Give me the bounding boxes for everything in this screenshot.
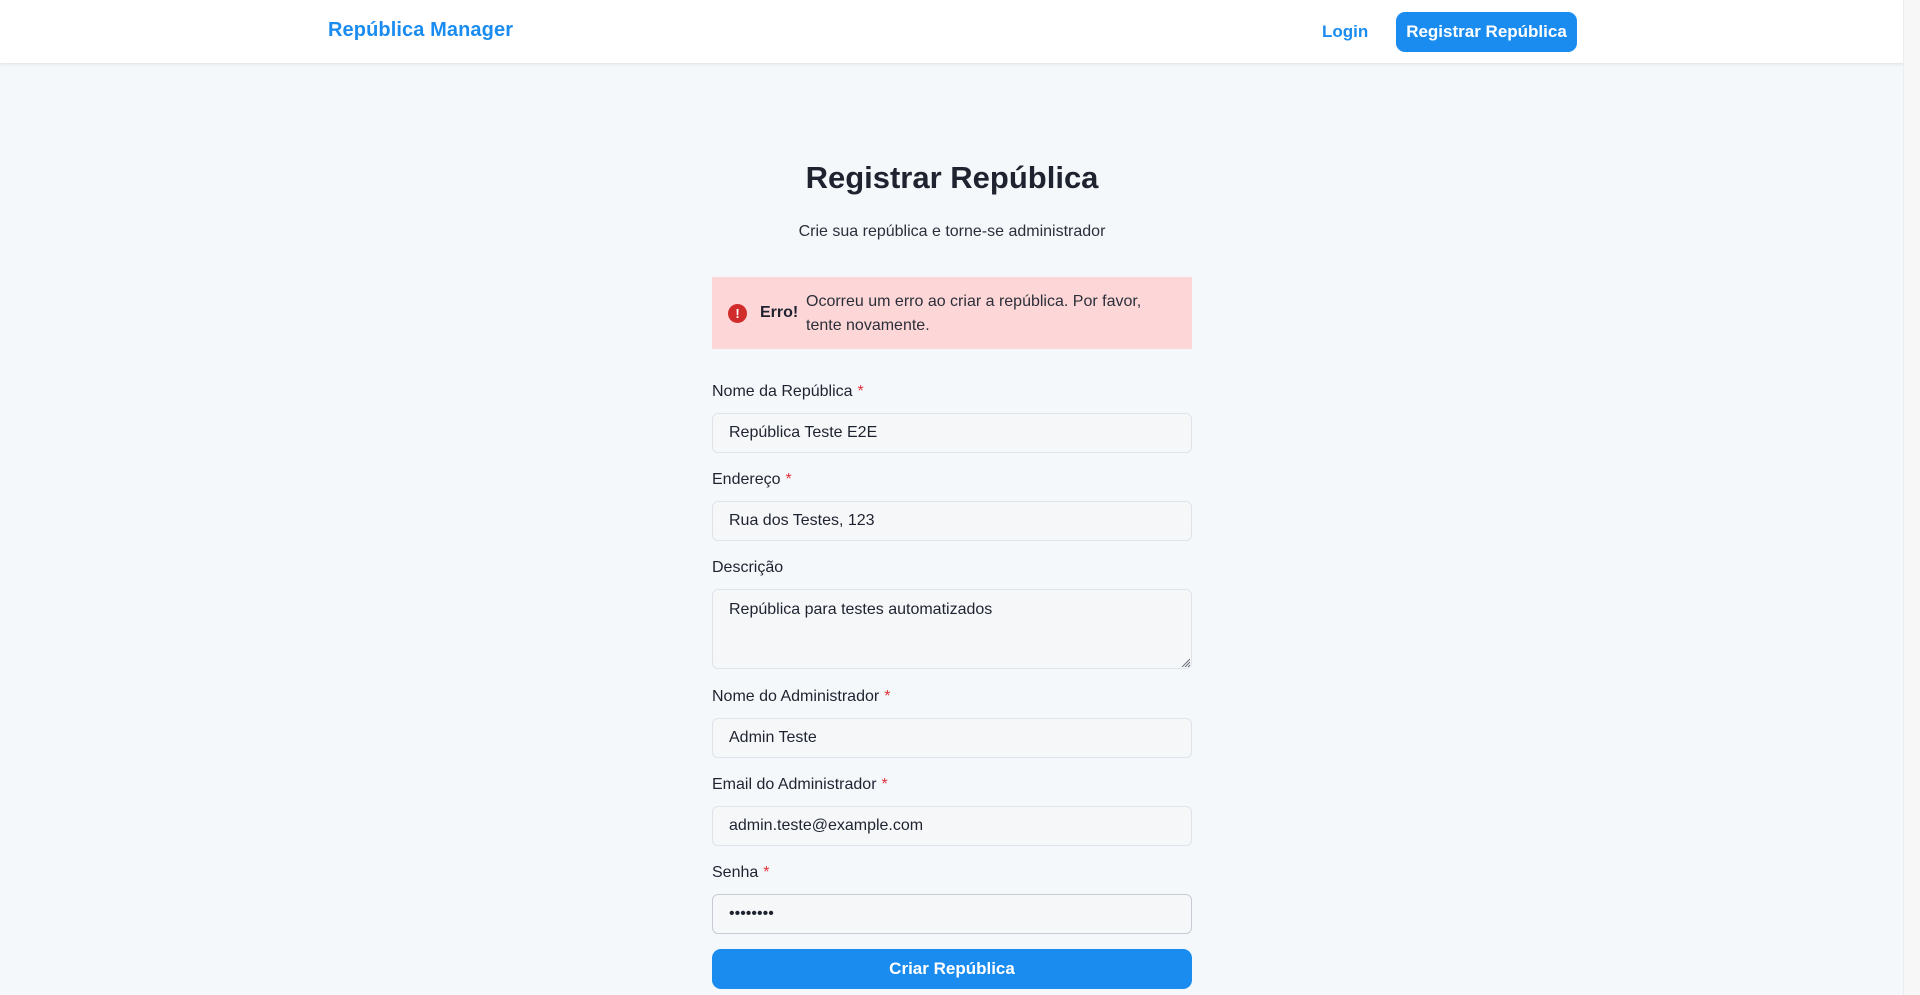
- address-input[interactable]: [712, 501, 1192, 541]
- admin-email-input[interactable]: [712, 806, 1192, 846]
- password-input[interactable]: [712, 894, 1192, 934]
- required-marker: *: [857, 383, 864, 400]
- password-label: Senha *: [712, 864, 770, 882]
- address-label: Endereço *: [712, 471, 792, 489]
- navbar: República Manager Login Registrar Repúbl…: [0, 0, 1904, 63]
- admin-name-label-text: Nome do Administrador: [712, 688, 880, 705]
- page-subtitle: Crie sua república e torne-se administra…: [798, 223, 1106, 240]
- admin-email-label-text: Email do Administrador: [712, 776, 877, 793]
- page: República Manager Login Registrar Repúbl…: [0, 0, 1904, 995]
- create-republic-button[interactable]: Criar República: [712, 949, 1192, 989]
- required-marker: *: [881, 776, 888, 793]
- admin-email-label: Email do Administrador *: [712, 776, 888, 794]
- description-label: Descrição: [712, 559, 783, 577]
- admin-name-label: Nome do Administrador *: [712, 688, 890, 706]
- scrollbar[interactable]: [1903, 0, 1920, 995]
- page-title: Registrar República: [805, 160, 1099, 195]
- republic-name-input[interactable]: [712, 413, 1192, 453]
- required-marker: *: [785, 471, 792, 488]
- login-link[interactable]: Login: [1322, 22, 1368, 42]
- error-icon: !: [728, 304, 747, 323]
- error-title: Erro!: [760, 304, 799, 321]
- admin-name-input[interactable]: [712, 718, 1192, 758]
- error-message: Ocorreu um erro ao criar a república. Po…: [806, 293, 1142, 334]
- password-label-text: Senha: [712, 864, 759, 881]
- brand-link[interactable]: República Manager: [328, 19, 513, 42]
- republic-name-label-text: Nome da República: [712, 383, 853, 400]
- republic-name-label: Nome da República *: [712, 383, 864, 401]
- error-alert: ! Erro! Ocorreu um erro ao criar a repúb…: [712, 277, 1192, 349]
- description-label-text: Descrição: [712, 559, 784, 576]
- address-label-text: Endereço: [712, 471, 781, 488]
- resize-handle-icon[interactable]: [1180, 657, 1190, 667]
- required-marker: *: [763, 864, 770, 881]
- description-textarea[interactable]: República para testes automatizados: [712, 589, 1192, 669]
- register-republic-button[interactable]: Registrar República: [1396, 12, 1577, 52]
- required-marker: *: [884, 688, 891, 705]
